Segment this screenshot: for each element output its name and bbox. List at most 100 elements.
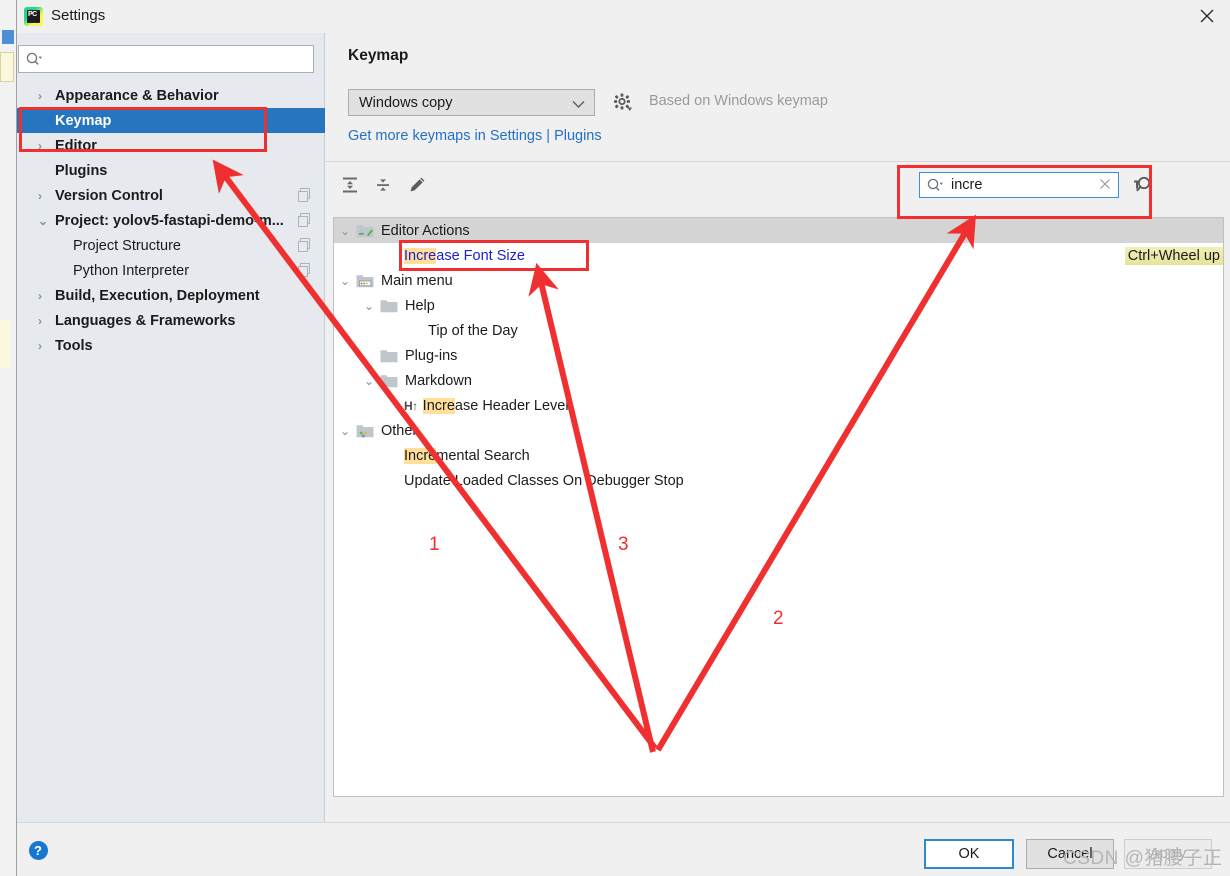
keymap-actions-tree[interactable]: ⌄ Editor Actions Increase Font Size Ctrl+Wh… <box>333 217 1224 797</box>
sidebar-item-tools[interactable]: › Tools <box>17 333 324 358</box>
sidebar-item-label: Keymap <box>55 112 112 129</box>
sidebar-item-label: Tools <box>55 337 93 354</box>
tree-row-label: Other <box>381 422 418 439</box>
tree-row[interactable]: ⌄ Markdown <box>334 368 1223 393</box>
sidebar-item-version-control[interactable]: › Version Control <box>17 183 324 208</box>
folder-plain-icon <box>380 374 398 388</box>
sidebar-search-input[interactable] <box>18 45 314 73</box>
folder-plain-icon <box>380 299 398 313</box>
chevron-icon: › <box>38 288 42 303</box>
find-by-shortcut-icon[interactable] <box>1132 174 1154 196</box>
keymap-select[interactable]: Windows copy <box>348 89 595 116</box>
link-separator: | <box>542 128 555 144</box>
copy-icon <box>298 238 310 252</box>
sidebar-item-list: › Appearance & Behavior Keymap › Editor Plugi… <box>17 83 325 358</box>
tree-row[interactable]: H↑ Increase Header Level <box>334 393 1223 418</box>
tree-row-label: Markdown <box>405 372 472 389</box>
tree-twisty-icon[interactable]: ⌄ <box>334 274 356 288</box>
header-level-icon: H↑ <box>404 398 418 413</box>
sidebar-item-languages-frameworks[interactable]: › Languages & Frameworks <box>17 308 324 333</box>
collapse-all-icon[interactable] <box>370 172 396 198</box>
tree-row-label: Help <box>405 297 435 314</box>
get-more-keymaps-prefix: Get more keymaps in <box>348 128 490 144</box>
sidebar-item-build-execution-deployment[interactable]: › Build, Execution, Deployment <box>17 283 324 308</box>
tree-row-label: Incremental Search <box>404 447 530 464</box>
tree-row[interactable]: Plug-ins <box>334 343 1223 368</box>
dialog-footer: ? OK Cancel Apply <box>17 822 1230 876</box>
cancel-button[interactable]: Cancel <box>1026 839 1114 869</box>
keymap-toolbar: incre <box>326 162 1230 206</box>
sidebar-item-project-yolov5-fastapi-demo-m[interactable]: ⌄ Project: yolov5-fastapi-demo-m... <box>17 208 324 233</box>
sidebar-item-plugins[interactable]: Plugins <box>17 158 324 183</box>
tree-row[interactable]: Tip of the Day <box>334 318 1223 343</box>
chevron-icon: › <box>38 138 42 153</box>
settings-link[interactable]: Settings <box>490 128 542 144</box>
ok-button[interactable]: OK <box>924 839 1014 869</box>
folder-main-menu-icon <box>356 274 374 288</box>
copy-icon <box>298 188 310 202</box>
gear-icon[interactable] <box>612 92 634 114</box>
tree-row-label: Update Loaded Classes On Debugger Stop <box>404 472 684 489</box>
sidebar-item-label: Project: yolov5-fastapi-demo-m... <box>55 212 284 229</box>
background-chip-2 <box>0 52 14 82</box>
based-on-label: Based on Windows keymap <box>649 93 828 109</box>
plugins-link[interactable]: Plugins <box>554 128 602 144</box>
expand-all-icon[interactable] <box>337 172 363 198</box>
keymap-panel: Keymap Windows copy Based on Windows key… <box>326 33 1230 822</box>
tree-row[interactable]: ⌄ Main menu <box>334 268 1223 293</box>
sidebar-item-label: Languages & Frameworks <box>55 312 236 329</box>
sidebar-item-label: Version Control <box>55 187 163 204</box>
sidebar-item-python-interpreter[interactable]: Python Interpreter <box>17 258 324 283</box>
sidebar-item-appearance-behavior[interactable]: › Appearance & Behavior <box>17 83 324 108</box>
tree-twisty-icon[interactable]: ⌄ <box>358 299 380 313</box>
tree-row[interactable]: Increase Font Size Ctrl+Wheel up <box>334 243 1223 268</box>
folder-editor-actions-icon <box>356 224 374 238</box>
tree-row-label: Editor Actions <box>381 222 470 239</box>
background-chip-1 <box>2 30 14 44</box>
tree-twisty-icon[interactable]: ⌄ <box>358 374 380 388</box>
shortcut-badge: Ctrl+Wheel up <box>1124 246 1223 265</box>
background-chip-3 <box>0 320 10 368</box>
tree-row[interactable]: ⌄ Other <box>334 418 1223 443</box>
help-glyph: ? <box>28 840 48 860</box>
screen-root: PC Settings › Appearance & Behavior Keym… <box>0 0 1230 876</box>
clear-icon[interactable] <box>1099 177 1111 194</box>
window-title: Settings <box>51 7 106 24</box>
chevron-down-icon <box>572 97 585 113</box>
settings-dialog: PC Settings › Appearance & Behavior Keym… <box>16 0 1230 876</box>
keymap-select-value: Windows copy <box>359 94 453 111</box>
edit-pencil-icon[interactable] <box>404 172 430 198</box>
search-icon <box>927 178 944 192</box>
chevron-icon: › <box>38 338 42 353</box>
chevron-icon: ⌄ <box>38 213 49 228</box>
close-icon[interactable] <box>1184 0 1230 32</box>
tree-row[interactable]: ⌄ Help <box>334 293 1223 318</box>
tree-row-label: Main menu <box>381 272 453 289</box>
copy-icon <box>298 263 310 277</box>
tree-row-label: Tip of the Day <box>428 322 518 339</box>
folder-other-icon <box>356 424 374 438</box>
tree-row[interactable]: Update Loaded Classes On Debugger Stop <box>334 468 1223 493</box>
copy-icon <box>298 213 310 227</box>
chevron-icon: › <box>38 188 42 203</box>
keymap-search-value: incre <box>951 177 983 193</box>
get-more-keymaps-row: Get more keymaps in Settings | Plugins <box>348 128 602 144</box>
sidebar-item-editor[interactable]: › Editor <box>17 133 324 158</box>
help-icon[interactable]: ? <box>21 835 55 865</box>
keymap-search-input[interactable]: incre <box>919 172 1119 198</box>
sidebar-item-label: Project Structure <box>73 237 181 254</box>
apply-button[interactable]: Apply <box>1124 839 1212 869</box>
tree-row[interactable]: Incremental Search <box>334 443 1223 468</box>
tree-twisty-icon[interactable]: ⌄ <box>334 224 356 238</box>
sidebar-item-project-structure[interactable]: Project Structure <box>17 233 324 258</box>
search-icon <box>26 52 43 66</box>
sidebar-search-field[interactable] <box>47 50 313 68</box>
tree-twisty-icon[interactable]: ⌄ <box>334 424 356 438</box>
tree-row-label: Plug-ins <box>405 347 458 364</box>
sidebar-item-label: Python Interpreter <box>73 262 190 279</box>
background-window-strip <box>0 0 17 876</box>
tree-row[interactable]: ⌄ Editor Actions <box>334 218 1223 243</box>
folder-plain-icon <box>380 349 398 363</box>
chevron-icon: › <box>38 88 42 103</box>
sidebar-item-keymap[interactable]: Keymap <box>17 108 325 133</box>
